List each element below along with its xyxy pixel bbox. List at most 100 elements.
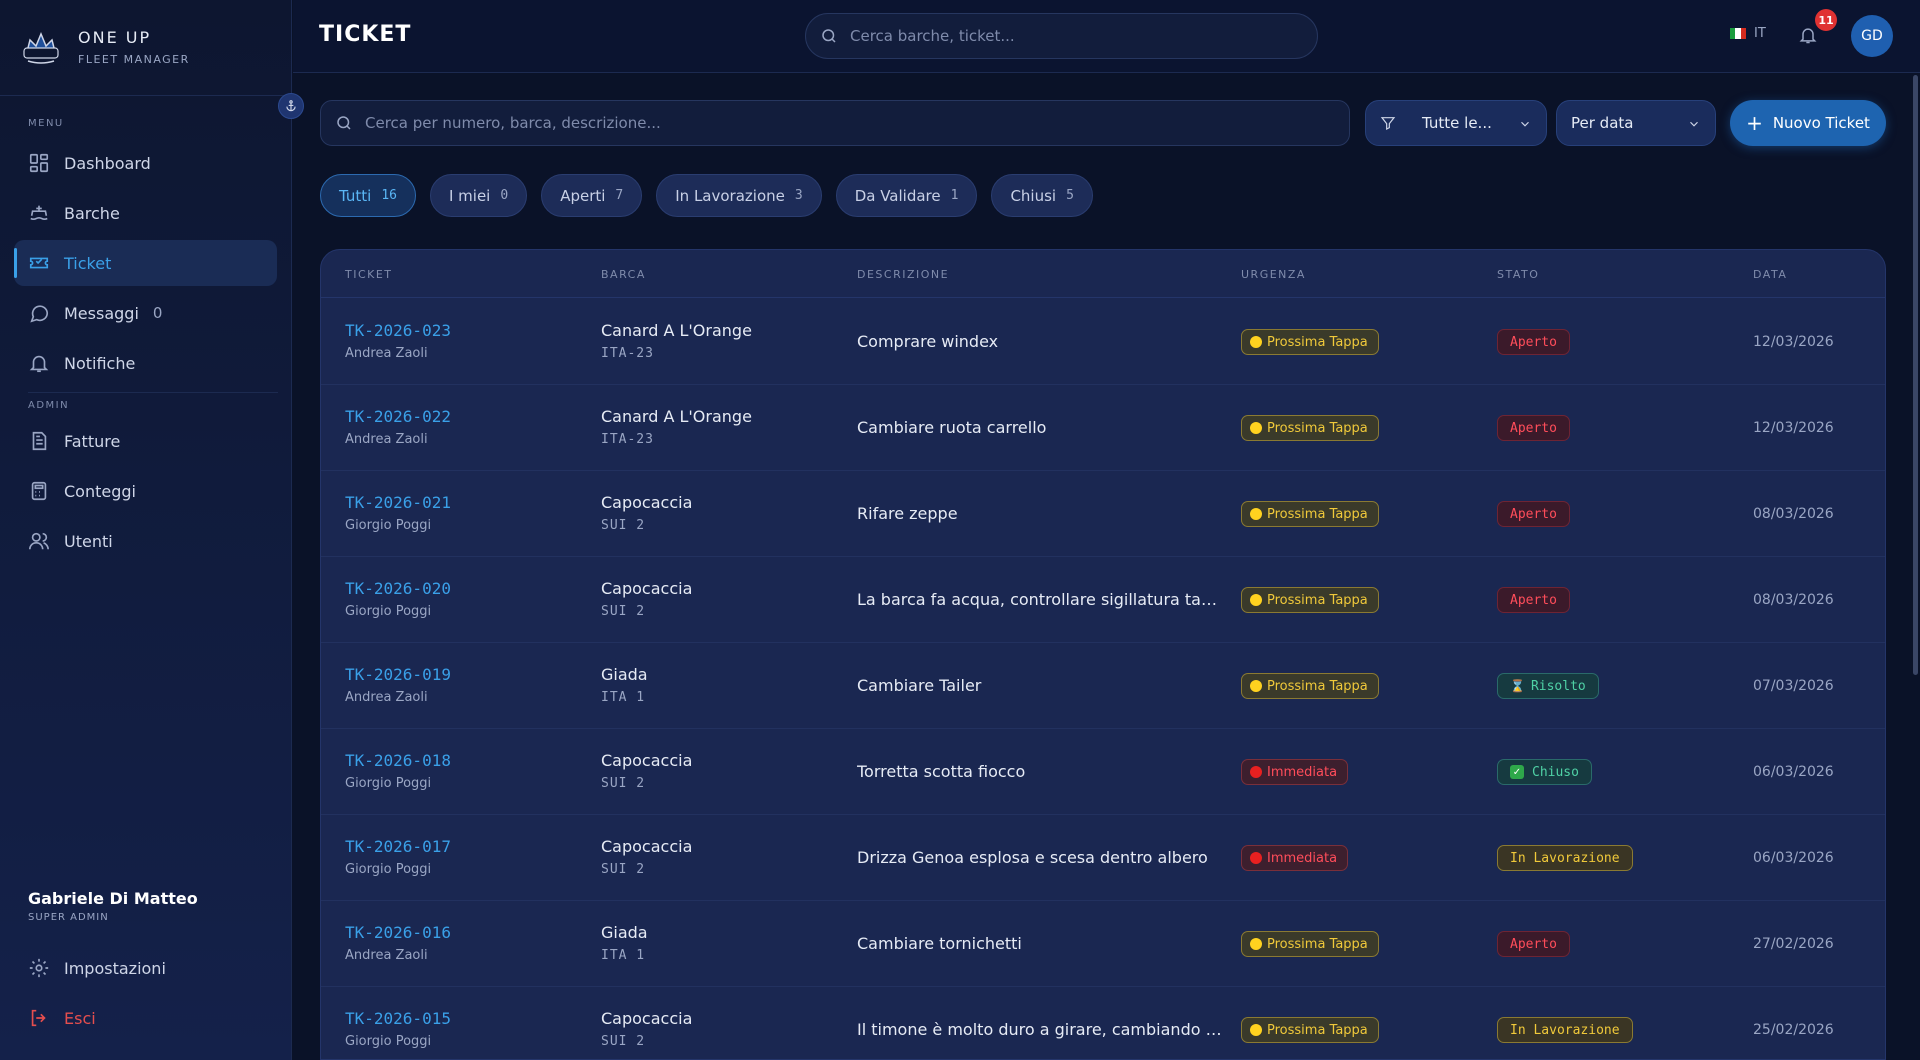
- ticket-author: Andrea Zaoli: [345, 948, 428, 963]
- tab-label: Aperti: [560, 186, 606, 205]
- urgency-label: Immediata: [1267, 764, 1338, 780]
- global-search[interactable]: [805, 13, 1318, 59]
- boat-name: Canard A L'Orange: [601, 321, 752, 340]
- sort-value: Per data: [1571, 114, 1634, 132]
- table-row[interactable]: TK-2026-020 Giorgio Poggi Capocaccia SUI 2 L…: [321, 557, 1885, 643]
- column-header-urgenza[interactable]: URGENZA: [1241, 268, 1306, 281]
- sail-number: ITA 1: [601, 690, 646, 705]
- ticket-id-link[interactable]: TK-2026-015: [345, 1009, 451, 1028]
- status-badge: In Lavorazione: [1497, 1017, 1633, 1043]
- calculator-icon: [31, 481, 47, 501]
- ticket-id-link[interactable]: TK-2026-023: [345, 321, 451, 340]
- table-row[interactable]: TK-2026-016 Andrea Zaoli Giada ITA 1 Cambiar…: [321, 901, 1885, 987]
- tab-aperti[interactable]: Aperti 7: [541, 174, 643, 217]
- notification-bell-icon[interactable]: [1798, 24, 1818, 46]
- table-row[interactable]: TK-2026-015 Giorgio Poggi Capocaccia SUI 2 I…: [321, 987, 1885, 1059]
- status-label: Aperto: [1510, 334, 1557, 350]
- tab-label: I miei: [448, 186, 491, 205]
- column-header-descrizione[interactable]: DESCRIZIONE: [857, 268, 949, 281]
- tab-tutti[interactable]: Tutti 16: [320, 174, 416, 217]
- table-row[interactable]: TK-2026-019 Andrea Zaoli Giada ITA 1 Cambiar…: [321, 643, 1885, 729]
- urgency-label: Prossima Tappa: [1267, 1022, 1368, 1038]
- language-selector[interactable]: IT: [1730, 26, 1766, 41]
- search-icon: [822, 29, 836, 43]
- sidebar-item-notifiche[interactable]: Notifiche: [14, 340, 277, 386]
- chevron-down-icon: [1690, 121, 1698, 127]
- sidebar-item-conteggi[interactable]: Conteggi: [14, 468, 277, 514]
- column-header-ticket[interactable]: TICKET: [345, 268, 393, 281]
- checkmark-icon: ✓: [1510, 765, 1524, 779]
- scrollbar-thumb[interactable]: [1913, 75, 1918, 675]
- ticket-id-link[interactable]: TK-2026-022: [345, 407, 451, 426]
- tab-chiusi[interactable]: Chiusi 5: [991, 174, 1093, 217]
- urgency-dot-icon: [1250, 938, 1262, 950]
- sidebar-item-barche[interactable]: Barche: [14, 190, 277, 236]
- menu-section-label: MENU: [28, 118, 64, 129]
- sidebar-item-messaggi[interactable]: Messaggi 0: [14, 290, 277, 336]
- column-header-stato[interactable]: STATO: [1497, 268, 1539, 281]
- table-row[interactable]: TK-2026-022 Andrea Zaoli Canard A L'Orange…: [321, 385, 1885, 471]
- user-avatar[interactable]: GD: [1851, 15, 1893, 57]
- ticket-date: 06/03/2026: [1753, 764, 1834, 780]
- urgency-badge: Prossima Tappa: [1241, 673, 1379, 699]
- italy-flag-icon: [1730, 28, 1746, 39]
- table-row[interactable]: TK-2026-021 Giorgio Poggi Capocaccia SUI 2 R…: [321, 471, 1885, 557]
- ticket-tabs: Tutti 16 I miei 0 Aperti 7 In Lavorazione 3 …: [320, 174, 1093, 217]
- sidebar-item-fatture[interactable]: Fatture: [14, 418, 277, 464]
- ticket-id-link[interactable]: TK-2026-020: [345, 579, 451, 598]
- scrollbar[interactable]: [1911, 73, 1920, 1060]
- ticket-date: 12/03/2026: [1753, 334, 1834, 350]
- sidebar-item-label: Fatture: [64, 431, 121, 451]
- ticket-id-link[interactable]: TK-2026-019: [345, 665, 451, 684]
- ticket-id-link[interactable]: TK-2026-021: [345, 493, 451, 512]
- tab-count: 7: [615, 188, 624, 203]
- urgency-badge: Prossima Tappa: [1241, 931, 1379, 957]
- urgency-badge: Prossima Tappa: [1241, 329, 1379, 355]
- status-filter-value: Tutte le...: [1422, 114, 1492, 132]
- ticket-date: 12/03/2026: [1753, 420, 1834, 436]
- users-icon: [29, 532, 49, 550]
- urgency-badge: Prossima Tappa: [1241, 501, 1379, 527]
- tab-in-lavorazione[interactable]: In Lavorazione 3: [656, 174, 822, 217]
- sidebar-item-ticket[interactable]: Ticket: [14, 240, 277, 286]
- current-user-role: SUPER ADMIN: [28, 912, 109, 923]
- ticket-description: Cambiare ruota carrello: [857, 418, 1047, 437]
- logout-button[interactable]: Esci: [14, 995, 277, 1041]
- ticket-id-link[interactable]: TK-2026-016: [345, 923, 451, 942]
- boat-name: Canard A L'Orange: [601, 407, 752, 426]
- global-search-input[interactable]: [850, 27, 1290, 45]
- search-icon: [337, 116, 351, 130]
- sort-select[interactable]: Per data: [1556, 100, 1716, 146]
- sidebar-item-utenti[interactable]: Utenti: [14, 518, 277, 564]
- ticket-search[interactable]: [320, 100, 1350, 146]
- table-row[interactable]: TK-2026-023 Andrea Zaoli Canard A L'Orange…: [321, 299, 1885, 385]
- urgency-dot-icon: [1250, 508, 1262, 520]
- table-row[interactable]: TK-2026-018 Giorgio Poggi Capocaccia SUI 2 T…: [321, 729, 1885, 815]
- brand[interactable]: ONE UP FLEET MANAGER: [20, 26, 190, 68]
- status-filter-select[interactable]: Tutte le...: [1365, 100, 1547, 146]
- column-header-data[interactable]: DATA: [1753, 268, 1787, 281]
- sail-number: SUI 2: [601, 862, 646, 877]
- tab-i-miei[interactable]: I miei 0: [429, 174, 528, 217]
- ticket-search-input[interactable]: [365, 114, 1315, 132]
- sail-number: ITA-23: [601, 432, 654, 447]
- table-row[interactable]: TK-2026-017 Giorgio Poggi Capocaccia SUI 2 D…: [321, 815, 1885, 901]
- boat-name: Capocaccia: [601, 1009, 693, 1028]
- sidebar-item-impostazioni[interactable]: Impostazioni: [14, 945, 277, 991]
- boat-icon: [30, 205, 48, 221]
- status-badge: Aperto: [1497, 587, 1570, 613]
- ticket-id-link[interactable]: TK-2026-018: [345, 751, 451, 770]
- new-ticket-button[interactable]: + Nuovo Ticket: [1730, 100, 1886, 146]
- tab-da-validare[interactable]: Da Validare 1: [835, 174, 978, 217]
- logout-icon: [31, 1009, 46, 1027]
- status-label: Aperto: [1510, 420, 1557, 436]
- sidebar-item-dashboard[interactable]: Dashboard: [14, 140, 277, 186]
- plus-icon: +: [1746, 111, 1763, 135]
- urgency-dot-icon: [1250, 422, 1262, 434]
- sidebar-collapse-button[interactable]: [278, 93, 304, 119]
- ticket-id-link[interactable]: TK-2026-017: [345, 837, 451, 856]
- sidebar-item-label: Messaggi: [64, 303, 139, 323]
- anchor-icon: [286, 100, 296, 112]
- column-header-barca[interactable]: BARCA: [601, 268, 646, 281]
- ticket-description: Comprare windex: [857, 332, 999, 351]
